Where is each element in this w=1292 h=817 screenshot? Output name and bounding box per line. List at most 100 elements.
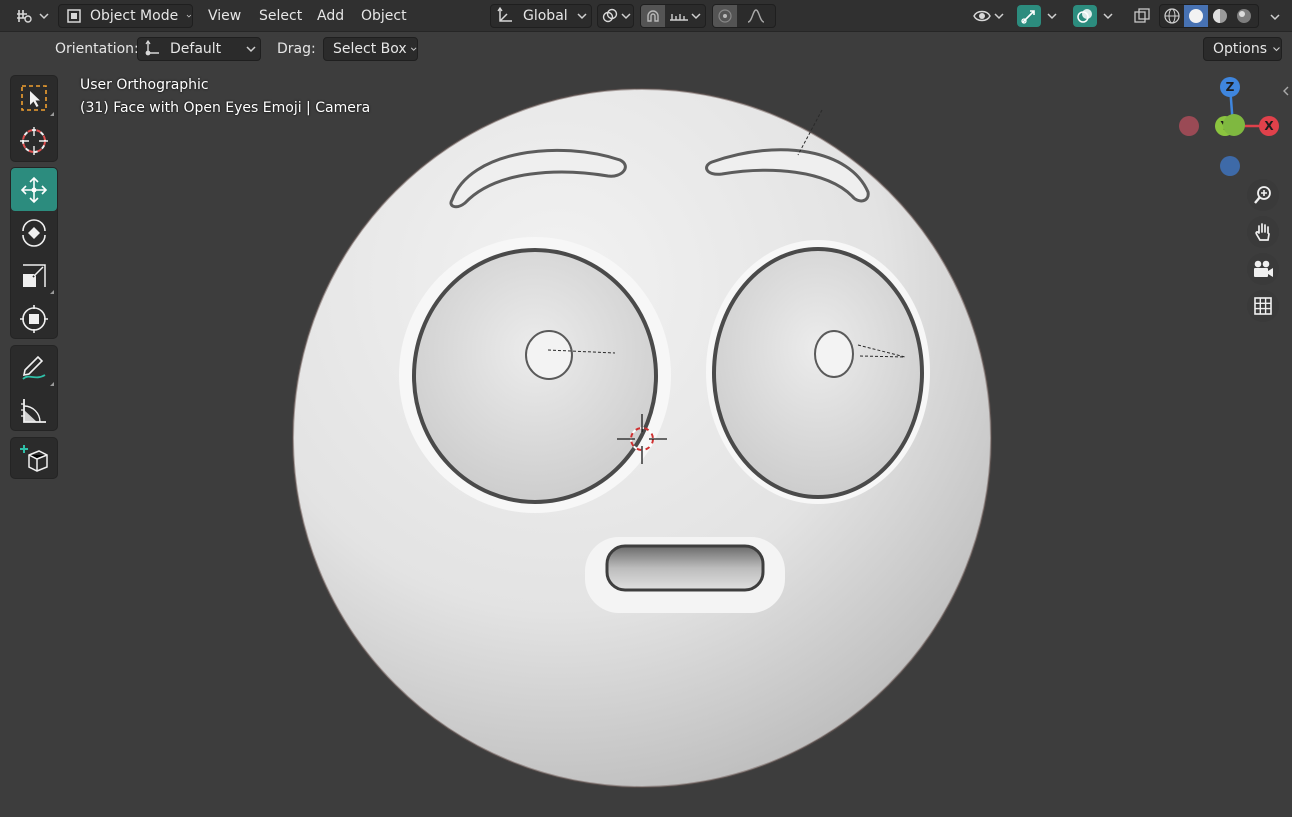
axis-z-button[interactable]: Z xyxy=(1220,77,1240,97)
orientation-label-text: Orientation: xyxy=(55,41,139,57)
proportional-edit-group xyxy=(712,4,776,28)
shading-rendered[interactable] xyxy=(1232,5,1256,27)
shading-material[interactable] xyxy=(1208,5,1232,27)
toolbar-transform-group xyxy=(10,167,58,339)
chevron-down-icon xyxy=(577,13,587,20)
toolbar-annotate-group xyxy=(10,345,58,431)
snap-target-dropdown[interactable] xyxy=(665,5,705,27)
chevron-down-icon xyxy=(994,13,1004,20)
gizmo-toggle[interactable] xyxy=(1017,5,1041,27)
pivot-link-icon xyxy=(601,7,619,25)
select-box-tool[interactable] xyxy=(11,76,57,119)
overlay-toggle[interactable] xyxy=(1073,5,1097,27)
shading-group xyxy=(1159,4,1259,28)
transform-orientation-dropdown[interactable]: Global xyxy=(490,4,592,28)
cursor-tool[interactable] xyxy=(11,119,57,162)
menu-object[interactable]: Object xyxy=(361,4,407,28)
annotate-tool[interactable] xyxy=(11,346,57,389)
eye-icon xyxy=(972,7,992,25)
tool-variants-indicator xyxy=(50,112,54,116)
gizmo-arrows-icon xyxy=(1021,10,1035,24)
zoom-button[interactable] xyxy=(1247,179,1279,211)
snap-toggle[interactable] xyxy=(641,5,665,27)
view-name-label: User Orthographic xyxy=(80,77,209,93)
3d-viewport[interactable]: User Orthographic (31) Face with Open Ey… xyxy=(0,32,1292,817)
wireframe-sphere-icon xyxy=(1164,8,1180,24)
chevron-down-icon xyxy=(246,46,256,53)
scale-icon xyxy=(23,263,46,287)
axis-neg-x-button[interactable] xyxy=(1179,116,1199,136)
tool-variants-indicator xyxy=(50,382,54,386)
pan-button[interactable] xyxy=(1247,216,1279,248)
object-info-label: (31) Face with Open Eyes Emoji | Camera xyxy=(80,100,371,116)
rotate-icon xyxy=(22,218,46,247)
falloff-dropdown[interactable] xyxy=(737,5,775,27)
select-box-icon xyxy=(21,84,47,111)
drag-label-text: Drag: xyxy=(277,41,316,57)
magnet-icon xyxy=(647,10,659,22)
rendered-sphere-icon xyxy=(1237,9,1251,23)
material-sphere-icon xyxy=(1213,9,1227,23)
camera-view-button[interactable] xyxy=(1247,253,1279,285)
rotate-tool[interactable] xyxy=(11,211,57,254)
axis-z-label: Z xyxy=(1225,80,1235,94)
drag-label: Drag: xyxy=(277,37,316,61)
tool-settings-bar: Orientation: Default Drag: Select Box Op… xyxy=(0,32,1292,66)
add-cube-tool[interactable] xyxy=(11,438,57,478)
toggle-projection-button[interactable] xyxy=(1247,290,1279,322)
selectability-visibility-dropdown[interactable] xyxy=(972,4,1010,28)
menu-view[interactable]: View xyxy=(208,4,241,28)
overlay-group xyxy=(1073,4,1123,28)
transform-tool[interactable] xyxy=(11,297,57,340)
chevron-left-icon xyxy=(1282,86,1288,96)
chevron-down-icon xyxy=(621,13,631,20)
xray-icon xyxy=(1134,8,1150,23)
orientation-value: Default xyxy=(170,41,222,57)
grid-icon xyxy=(1254,297,1272,315)
pivot-point-dropdown[interactable] xyxy=(597,4,634,28)
measure-tool[interactable] xyxy=(11,389,57,432)
axis-x-button[interactable]: X xyxy=(1259,116,1279,136)
xray-toggle[interactable] xyxy=(1130,4,1154,28)
chevron-down-icon xyxy=(410,47,417,51)
measure-ruler-icon xyxy=(21,398,46,423)
falloff-curve-icon xyxy=(747,9,765,23)
snap-increment-icon xyxy=(670,14,688,21)
chevron-down-icon xyxy=(691,13,701,20)
move-arrows-icon xyxy=(20,176,48,203)
options-dropdown[interactable]: Options xyxy=(1203,37,1282,61)
zoom-magnifier-icon xyxy=(1254,186,1271,204)
mode-label: Object Mode xyxy=(90,8,179,24)
toolbar-select-group xyxy=(10,75,58,162)
axis-neg-y-button[interactable] xyxy=(1223,114,1245,136)
menu-add[interactable]: Add xyxy=(317,4,344,28)
orientation-icon xyxy=(142,40,162,58)
chevron-down-icon[interactable] xyxy=(1102,10,1114,22)
axis-neg-z-button[interactable] xyxy=(1220,156,1240,176)
overlay-circles-icon xyxy=(1077,9,1092,23)
cursor-icon xyxy=(20,126,48,155)
chevron-down-icon xyxy=(1273,47,1280,52)
3d-cursor-icon[interactable] xyxy=(615,412,669,466)
scale-tool[interactable] xyxy=(11,254,57,297)
shading-solid[interactable] xyxy=(1184,5,1208,27)
move-tool[interactable] xyxy=(11,168,57,211)
editor-type-button[interactable] xyxy=(14,4,50,28)
orientation-axes-icon xyxy=(495,7,515,25)
proportional-edit-icon xyxy=(718,9,732,23)
chevron-down-icon[interactable] xyxy=(1046,10,1058,22)
navigation-gizmo[interactable]: Z X Y xyxy=(1170,72,1290,182)
mode-dropdown[interactable]: Object Mode xyxy=(58,4,193,28)
shading-options-chevron-icon[interactable] xyxy=(1269,11,1281,23)
annotate-pencil-icon xyxy=(22,355,46,380)
sidebar-toggle[interactable] xyxy=(1279,82,1292,100)
object-mode-icon xyxy=(65,7,83,25)
drag-value: Select Box xyxy=(333,41,407,57)
menu-select[interactable]: Select xyxy=(259,4,302,28)
gizmo-group xyxy=(1017,4,1065,28)
orientation-dropdown[interactable]: Default xyxy=(137,37,261,61)
proportional-edit-toggle[interactable] xyxy=(713,5,737,27)
shading-wireframe[interactable] xyxy=(1160,5,1184,27)
drag-dropdown[interactable]: Select Box xyxy=(323,37,418,61)
editor-type-icon xyxy=(14,6,34,26)
